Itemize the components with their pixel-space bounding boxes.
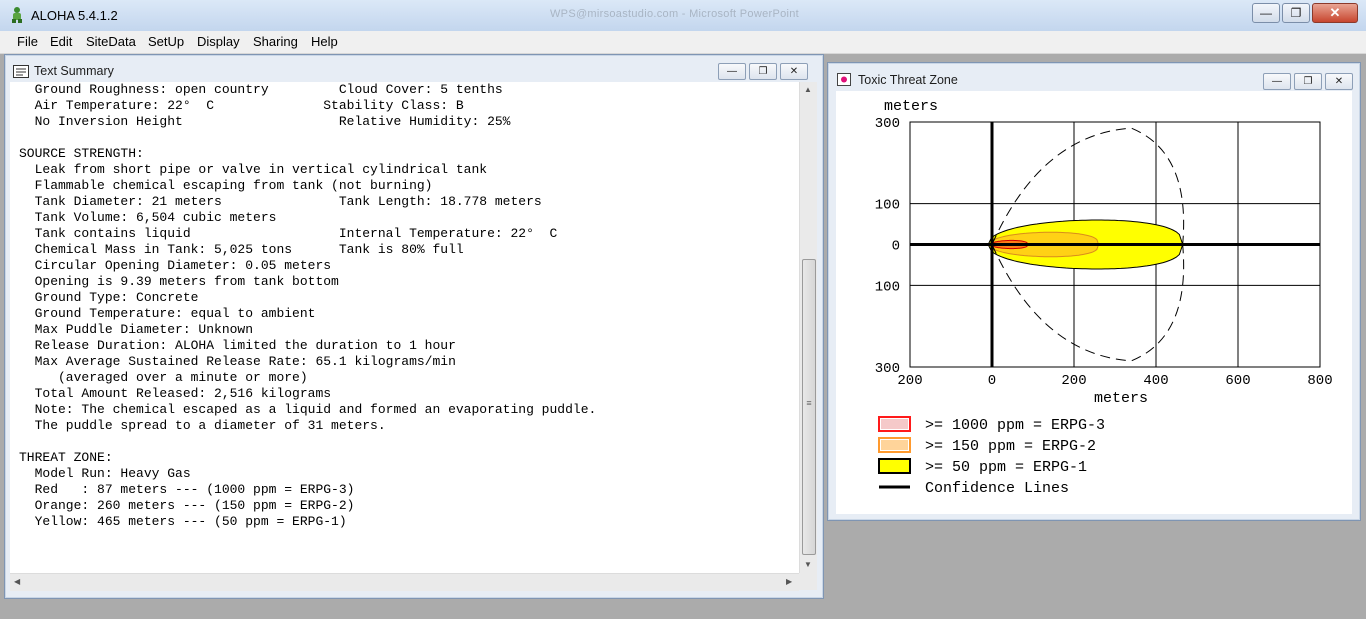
- grip-icon: ≡: [806, 398, 812, 408]
- app-title: ALOHA 5.4.1.2: [31, 8, 118, 23]
- legend-label: Confidence Lines: [925, 480, 1069, 497]
- scrollbar-corner: [799, 573, 817, 590]
- threat-zone-minimize-button[interactable]: —: [1263, 73, 1291, 90]
- scroll-left-arrow-icon[interactable]: ◀: [14, 577, 20, 586]
- y-tick-label: 300: [875, 116, 900, 132]
- legend-label: >= 150 ppm = ERPG-2: [925, 438, 1096, 455]
- menu-setup[interactable]: SetUp: [148, 34, 184, 49]
- y-tick-label: 100: [875, 198, 900, 214]
- legend-label: >= 50 ppm = ERPG-1: [925, 459, 1087, 476]
- text-summary-title: Text Summary: [34, 64, 114, 78]
- vertical-scroll-thumb[interactable]: ≡: [802, 259, 816, 555]
- y-tick-label: 0: [892, 239, 900, 255]
- menubar: File Edit SiteData SetUp Display Sharing…: [0, 31, 1366, 54]
- x-axis-label: meters: [1094, 390, 1148, 407]
- legend-swatch: [878, 458, 911, 474]
- y-axis-label: meters: [884, 98, 938, 115]
- close-button[interactable]: ✕: [1312, 3, 1358, 23]
- minimize-icon: —: [727, 66, 737, 77]
- x-tick-label: 800: [1307, 373, 1332, 389]
- aloha-app-icon: [12, 7, 22, 23]
- threat-zone-close-button[interactable]: ✕: [1325, 73, 1353, 90]
- text-summary-restore-button[interactable]: ❐: [749, 63, 777, 80]
- legend-swatch-fill: [881, 440, 908, 450]
- x-tick-label: 400: [1143, 373, 1168, 389]
- y-tick-label: 300: [875, 361, 900, 377]
- text-summary-close-button[interactable]: ✕: [780, 63, 808, 80]
- scroll-up-arrow-icon[interactable]: ▲: [804, 85, 812, 94]
- close-icon: ✕: [1334, 76, 1344, 87]
- menu-edit[interactable]: Edit: [50, 34, 72, 49]
- threat-zone-icon: [837, 73, 851, 86]
- menu-help[interactable]: Help: [311, 34, 338, 49]
- vertical-scrollbar[interactable]: ▲ ≡ ▼: [799, 82, 817, 573]
- legend-label: >= 1000 ppm = ERPG-3: [925, 417, 1105, 434]
- menu-sitedata[interactable]: SiteData: [86, 34, 136, 49]
- restore-icon: ❐: [758, 66, 768, 77]
- minimize-icon: —: [1260, 6, 1272, 20]
- menu-display[interactable]: Display: [197, 34, 240, 49]
- restore-icon: ❐: [1303, 76, 1313, 87]
- x-tick-label: 0: [988, 373, 996, 389]
- legend: >= 1000 ppm = ERPG-3 >= 150 ppm = ERPG-2 >…: [878, 416, 1105, 497]
- text-summary-content[interactable]: Ground Roughness: open country Cloud Cov…: [10, 82, 799, 573]
- menu-sharing[interactable]: Sharing: [253, 34, 298, 49]
- restore-button[interactable]: ❐: [1282, 3, 1310, 23]
- text-summary-minimize-button[interactable]: —: [718, 63, 746, 80]
- threat-zone-restore-button[interactable]: ❐: [1294, 73, 1322, 90]
- x-tick-label: 200: [1061, 373, 1086, 389]
- scroll-right-arrow-icon[interactable]: ▶: [786, 577, 792, 586]
- close-icon: ✕: [1329, 5, 1341, 20]
- minimize-button[interactable]: —: [1252, 3, 1280, 23]
- y-tick-label: 100: [875, 279, 900, 295]
- threat-zone-title: Toxic Threat Zone: [858, 73, 958, 87]
- threat-zone-controls: — ❐ ✕: [1260, 73, 1353, 90]
- text-document-icon: [13, 65, 29, 78]
- horizontal-scrollbar[interactable]: ◀ ▶: [10, 573, 799, 591]
- threat-zone-chart: meters meters 3001000100300200 0 200 400 600…: [875, 98, 1333, 497]
- threat-zone-plot-area: meters meters 300 100 0 100 300 200 0 200 400 600…: [836, 91, 1352, 514]
- close-icon: ✕: [789, 66, 799, 77]
- restore-icon: ❐: [1290, 6, 1302, 20]
- minimize-icon: —: [1272, 76, 1282, 87]
- app-titlebar: ALOHA 5.4.1.2 WPS@mirsoastudio.com - Mic…: [0, 0, 1366, 32]
- background-window-title: WPS@mirsoastudio.com - Microsoft PowerPo…: [550, 8, 800, 20]
- menu-file[interactable]: File: [17, 34, 38, 49]
- text-summary-body: Ground Roughness: open country Cloud Cov…: [19, 82, 597, 529]
- x-tick-label: 600: [1225, 373, 1250, 389]
- text-summary-controls: — ❐ ✕: [715, 63, 808, 80]
- app-window-controls: — ❐ ✕: [1250, 3, 1358, 23]
- legend-swatch-fill: [881, 419, 908, 429]
- x-tick-label: 200: [897, 373, 922, 389]
- scroll-down-arrow-icon[interactable]: ▼: [804, 560, 812, 569]
